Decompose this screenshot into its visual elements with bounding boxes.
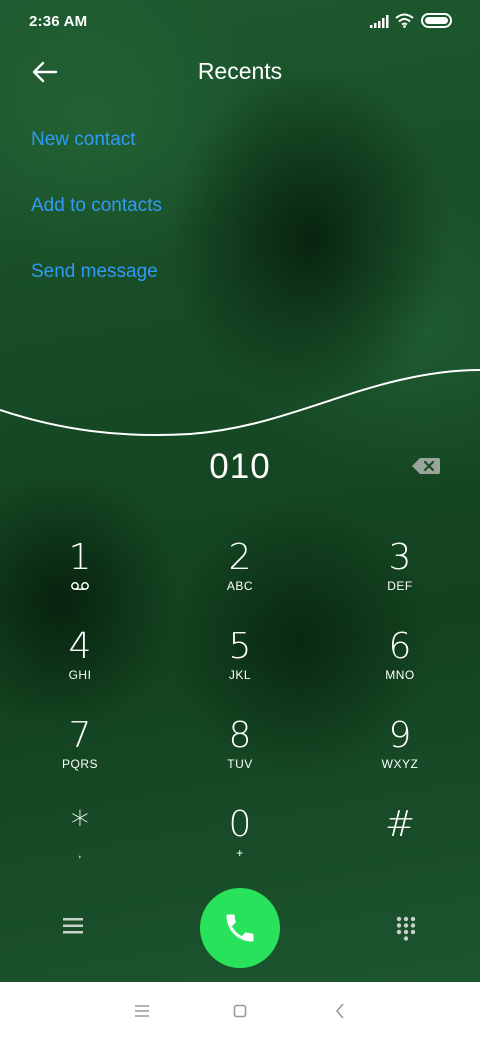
menu-button[interactable] <box>62 917 84 935</box>
battery-fill <box>425 17 448 24</box>
dialpad-toggle-button[interactable] <box>396 916 416 942</box>
key-9[interactable]: 9 WXYZ <box>340 716 460 796</box>
key-digit: 1 <box>68 537 92 578</box>
send-message-link[interactable]: Send message <box>31 261 158 283</box>
key-0[interactable]: 0 + <box>180 805 300 885</box>
key-6[interactable]: 6 MNO <box>340 627 460 707</box>
add-to-contacts-link[interactable]: Add to contacts <box>31 195 162 217</box>
key-digit: * <box>71 804 89 845</box>
nav-home-button[interactable] <box>228 1000 252 1022</box>
back-icon <box>335 1003 344 1019</box>
key-digit: 8 <box>228 715 252 756</box>
voicemail-icon <box>71 582 89 590</box>
key-4[interactable]: 4 GHI <box>20 627 140 707</box>
wifi-icon <box>395 13 414 28</box>
key-1[interactable]: 1 <box>20 538 140 618</box>
key-digit: 3 <box>388 537 412 578</box>
key-hash[interactable]: # <box>340 805 460 885</box>
key-digit: 5 <box>228 626 252 667</box>
key-3[interactable]: 3 DEF <box>340 538 460 618</box>
key-star[interactable]: * , <box>20 805 140 885</box>
recents-icon <box>135 1005 149 1017</box>
key-7[interactable]: 7 PQRS <box>20 716 140 796</box>
home-icon <box>233 1004 247 1018</box>
nav-back-button[interactable] <box>328 1000 352 1022</box>
status-bar: 2:36 AM <box>0 0 480 42</box>
key-digit: 4 <box>68 626 92 667</box>
status-time: 2:36 AM <box>29 13 88 30</box>
key-5[interactable]: 5 JKL <box>180 627 300 707</box>
key-8[interactable]: 8 TUV <box>180 716 300 796</box>
key-letters: GHI <box>68 668 92 682</box>
key-digit: 2 <box>228 537 252 578</box>
call-button[interactable] <box>200 888 280 968</box>
battery-icon <box>421 13 452 28</box>
key-digit: 7 <box>68 715 92 756</box>
menu-icon <box>63 918 83 934</box>
key-letters: MNO <box>385 668 415 682</box>
key-digit: 9 <box>388 715 412 756</box>
dialer-screen: 2:36 AM Recents New contact Add to conta… <box>0 0 480 982</box>
key-digit: 0 <box>228 804 252 845</box>
wave-divider <box>0 369 480 436</box>
key-letters: , <box>78 846 82 860</box>
dialed-number: 010 <box>209 447 271 486</box>
key-letters: WXYZ <box>381 757 419 771</box>
phone-icon <box>226 914 254 942</box>
key-letters: JKL <box>228 668 252 682</box>
dialpad-icon <box>396 916 416 941</box>
key-letters: PQRS <box>61 757 98 771</box>
nav-recents-button[interactable] <box>130 1000 154 1022</box>
new-contact-link[interactable]: New contact <box>31 129 136 151</box>
page-title: Recents <box>197 58 283 84</box>
key-letters: + <box>236 846 244 860</box>
backspace-button[interactable] <box>411 456 441 476</box>
key-2[interactable]: 2 ABC <box>180 538 300 618</box>
key-digit: # <box>384 804 416 845</box>
key-letters: ABC <box>226 579 254 593</box>
backspace-icon <box>412 458 440 474</box>
key-digit: 6 <box>388 626 412 667</box>
key-letters: DEF <box>387 579 413 593</box>
key-letters: TUV <box>227 757 253 771</box>
signal-icon <box>370 15 389 28</box>
system-nav-bar <box>0 982 480 1040</box>
